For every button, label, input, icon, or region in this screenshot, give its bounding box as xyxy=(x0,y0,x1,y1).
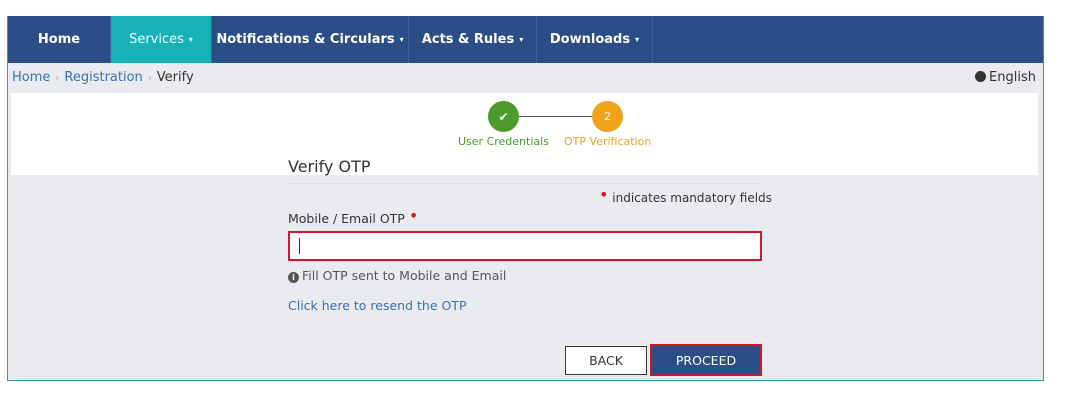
globe-icon xyxy=(975,71,987,82)
proceed-button[interactable]: PROCEED xyxy=(650,344,762,376)
breadcrumb: Home › Registration › Verify xyxy=(12,70,194,85)
otp-hint-text: Fill OTP sent to Mobile and Email xyxy=(302,268,507,283)
nav-home[interactable]: Home xyxy=(8,16,111,63)
check-icon: ✔ xyxy=(498,109,509,124)
breadcrumb-separator: › xyxy=(55,73,60,84)
page-title: Verify OTP xyxy=(288,157,371,176)
stepper-connector xyxy=(519,116,592,117)
breadcrumb-separator: › xyxy=(147,73,152,84)
otp-input[interactable] xyxy=(288,231,762,261)
title-divider xyxy=(288,183,762,184)
chevron-down-icon: ▾ xyxy=(399,35,404,44)
nav-services[interactable]: Services ▾ xyxy=(111,16,212,63)
info-icon: i xyxy=(288,272,299,283)
mandatory-note: • indicates mandatory fields xyxy=(599,187,772,206)
nav-downloads[interactable]: Downloads ▾ xyxy=(537,16,653,63)
breadcrumb-registration[interactable]: Registration xyxy=(64,70,142,85)
required-dot-icon: • xyxy=(599,185,609,204)
required-dot-icon: • xyxy=(408,206,419,225)
nav-notifications-label: Notifications & Circulars xyxy=(216,32,395,47)
step-number: 2 xyxy=(604,110,611,123)
step-label-otp-verification: OTP Verification xyxy=(564,135,652,148)
main-nav: Home Services ▾ Notifications & Circular… xyxy=(8,16,1043,63)
otp-label: Mobile / Email OTP • xyxy=(288,208,418,227)
otp-label-text: Mobile / Email OTP xyxy=(288,211,405,226)
language-label: English xyxy=(989,70,1036,85)
otp-hint: i Fill OTP sent to Mobile and Email xyxy=(288,268,506,283)
nav-services-label: Services xyxy=(129,32,184,47)
page-frame: Home Services ▾ Notifications & Circular… xyxy=(7,16,1044,381)
stepper-band xyxy=(11,93,1038,175)
nav-acts-rules-label: Acts & Rules xyxy=(421,32,515,47)
chevron-down-icon: ▾ xyxy=(635,35,640,44)
step-label-user-credentials: User Credentials xyxy=(458,135,549,148)
chevron-down-icon: ▾ xyxy=(188,35,193,44)
nav-acts-rules[interactable]: Acts & Rules ▾ xyxy=(409,16,537,63)
mandatory-note-text: indicates mandatory fields xyxy=(612,191,772,205)
nav-downloads-label: Downloads xyxy=(549,32,631,47)
chevron-down-icon: ▾ xyxy=(519,35,524,44)
back-button[interactable]: BACK xyxy=(565,346,647,375)
nav-home-label: Home xyxy=(37,32,81,47)
nav-notifications[interactable]: Notifications & Circulars ▾ xyxy=(212,16,409,63)
breadcrumb-current: Verify xyxy=(156,70,194,85)
language-selector[interactable]: English xyxy=(975,70,1036,85)
resend-otp-link[interactable]: Click here to resend the OTP xyxy=(288,298,467,313)
step-current-marker: 2 xyxy=(592,101,623,132)
step-done-check-icon: ✔ xyxy=(488,101,519,132)
text-cursor xyxy=(299,238,300,254)
breadcrumb-home[interactable]: Home xyxy=(12,70,50,85)
